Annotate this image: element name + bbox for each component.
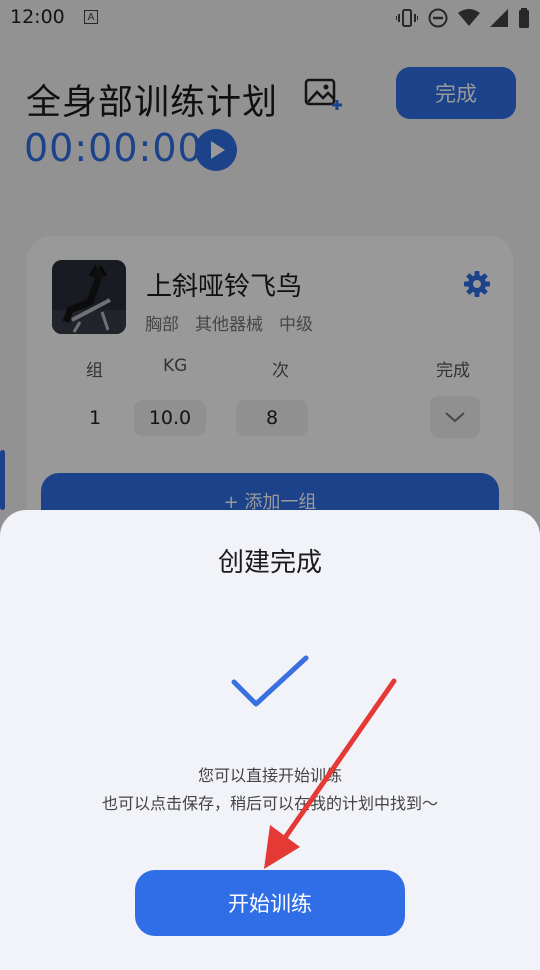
start-training-button[interactable]: 开始训练 bbox=[135, 870, 405, 936]
dialog-title: 创建完成 bbox=[217, 548, 322, 578]
red-arrow-annotation bbox=[264, 678, 397, 869]
